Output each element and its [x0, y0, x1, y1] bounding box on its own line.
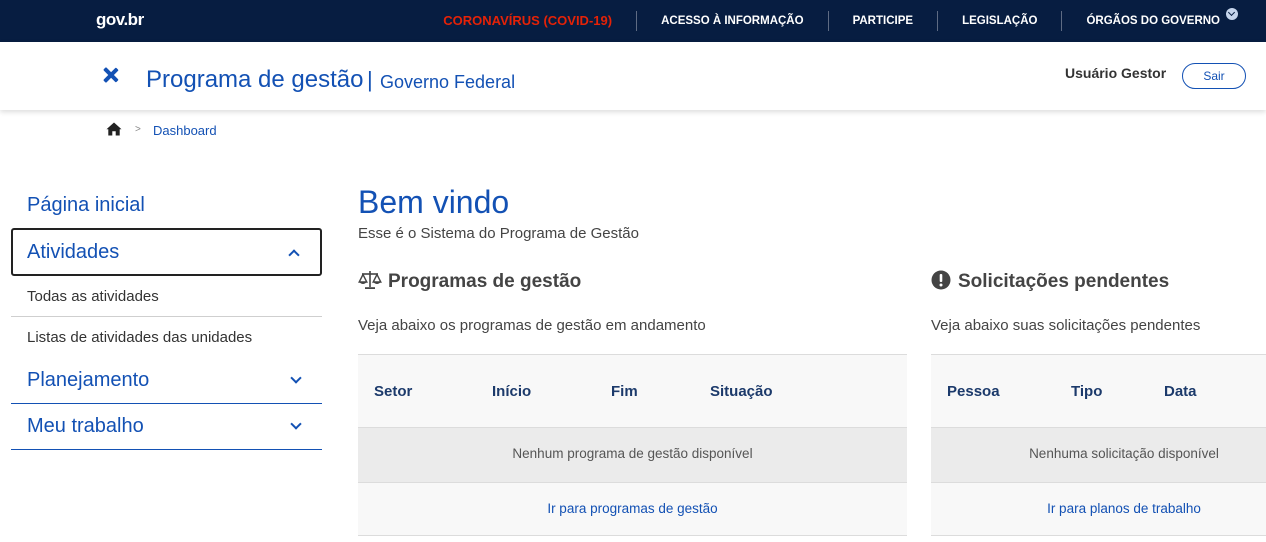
column-header-data[interactable]: Data — [1164, 383, 1197, 400]
solicitacoes-panel-description: Veja abaixo suas solicitações pendentes — [931, 317, 1201, 334]
balance-scale-icon — [358, 271, 382, 289]
programas-table: Setor Início Fim Situação Nenhum program… — [358, 354, 907, 536]
sidebar-item-atividades-label: Atividades — [27, 241, 120, 263]
solicitacoes-panel-title: Solicitações pendentes — [931, 270, 1169, 293]
topnav-link-legislacao[interactable]: LEGISLAÇÃO — [937, 11, 1061, 31]
sidebar-subitem-listas-atividades[interactable]: Listas de atividades das unidades — [11, 317, 322, 358]
column-header-fim[interactable]: Fim — [611, 383, 638, 400]
sidebar-item-meu-trabalho-label: Meu trabalho — [27, 415, 144, 437]
home-icon[interactable] — [106, 122, 122, 136]
programas-empty-message: Nenhum programa de gestão disponível — [358, 428, 907, 482]
sidebar-item-meu-trabalho[interactable]: Meu trabalho — [11, 404, 322, 450]
topnav-link-covid[interactable]: CORONAVÍRUS (COVID-19) — [443, 11, 636, 31]
column-header-tipo[interactable]: Tipo — [1071, 383, 1102, 400]
page-subtitle: Esse é o Sistema do Programa de Gestão — [358, 225, 639, 242]
column-header-situacao[interactable]: Situação — [710, 383, 773, 400]
sidebar-item-planejamento[interactable]: Planejamento — [11, 358, 322, 404]
topnav-link-participe[interactable]: PARTICIPE — [827, 11, 938, 31]
breadcrumb-dashboard[interactable]: Dashboard — [153, 123, 217, 138]
logout-button[interactable]: Sair — [1182, 63, 1246, 89]
breadcrumb-separator: > — [135, 124, 141, 135]
top-gov-bar: gov.br CORONAVÍRUS (COVID-19) ACESSO À I… — [0, 0, 1266, 42]
topnav-link-orgaos[interactable]: ÓRGÃOS DO GOVERNO — [1061, 8, 1246, 31]
app-header: Programa de gestão | Governo Federal Usu… — [0, 42, 1266, 110]
solicitacoes-table: Pessoa Tipo Data Nenhuma solicitação dis… — [931, 354, 1266, 536]
topnav-link-acesso[interactable]: ACESSO À INFORMAÇÃO — [636, 11, 827, 31]
solicitacoes-link[interactable]: Ir para planos de trabalho — [931, 482, 1266, 536]
programas-panel-title: Programas de gestão — [358, 270, 581, 293]
title-separator: | — [367, 67, 373, 92]
user-name: Usuário Gestor — [1065, 65, 1167, 81]
programas-table-header: Setor Início Fim Situação — [358, 355, 907, 428]
solicitacoes-empty-message: Nenhuma solicitação disponível — [931, 428, 1266, 482]
sidebar-item-planejamento-label: Planejamento — [27, 369, 150, 391]
app-title: Programa de gestão — [146, 66, 364, 93]
programas-panel-description: Veja abaixo os programas de gestão em an… — [358, 317, 706, 334]
chevron-down-icon — [290, 418, 302, 430]
sidebar: Página inicial Atividades Todas as ativi… — [11, 182, 322, 450]
page-title: Bem vindo — [358, 184, 510, 220]
sidebar-item-atividades[interactable]: Atividades — [11, 228, 322, 276]
close-icon[interactable] — [101, 66, 121, 86]
gov-br-logo[interactable]: gov.br — [96, 10, 144, 30]
top-nav: CORONAVÍRUS (COVID-19) ACESSO À INFORMAÇ… — [443, 0, 1246, 42]
programas-panel-title-text: Programas de gestão — [388, 271, 582, 292]
column-header-setor[interactable]: Setor — [374, 383, 412, 400]
sidebar-item-home[interactable]: Página inicial — [11, 182, 322, 228]
solicitacoes-table-header: Pessoa Tipo Data — [931, 355, 1266, 428]
chevron-up-icon — [288, 249, 300, 261]
programas-link[interactable]: Ir para programas de gestão — [358, 482, 907, 536]
solicitacoes-panel-title-text: Solicitações pendentes — [958, 271, 1170, 292]
sidebar-subitem-todas-atividades[interactable]: Todas as atividades — [11, 276, 322, 317]
app-subtitle: Governo Federal — [380, 72, 516, 92]
chevron-down-icon — [290, 372, 302, 384]
exclamation-circle-icon — [931, 270, 951, 290]
topnav-link-orgaos-label: ÓRGÃOS DO GOVERNO — [1086, 15, 1220, 27]
column-header-pessoa[interactable]: Pessoa — [947, 383, 1000, 400]
chevron-down-icon — [1226, 8, 1238, 20]
column-header-inicio[interactable]: Início — [492, 383, 531, 400]
